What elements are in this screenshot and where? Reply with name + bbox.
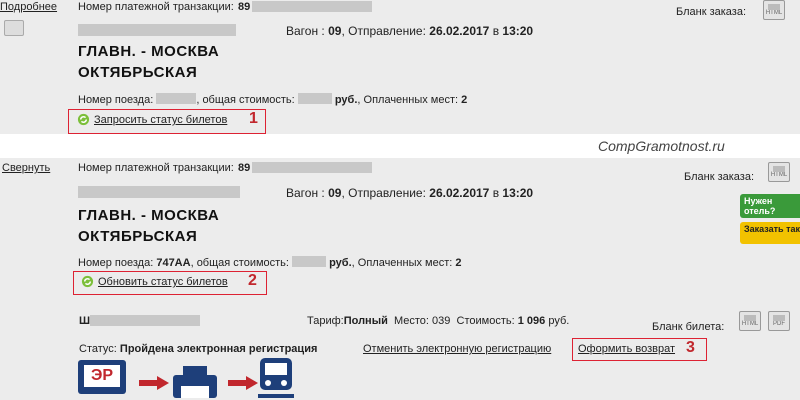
route-line-2: ОКТЯБРЬСКАЯ: [78, 64, 198, 81]
departure-label: , Отправление:: [341, 186, 426, 200]
transaction-label: Номер платежной транзакции:: [78, 162, 234, 174]
details-link[interactable]: Подробнее: [0, 1, 57, 13]
route-line-2: ОКТЯБРЬСКАЯ: [78, 228, 198, 245]
status-value: Пройдена электронная регистрация: [119, 343, 318, 355]
hotel-badge[interactable]: Нужен отель?: [740, 194, 800, 218]
html-ticket-icon[interactable]: HTML: [739, 311, 761, 331]
order-blank-label: Бланк заказа:: [676, 6, 747, 18]
tariff-label: Тариф:: [307, 315, 344, 327]
ticket-cost-value: 1 096: [517, 315, 546, 327]
refresh-icon: [81, 275, 94, 288]
refund-link[interactable]: Оформить возврат: [578, 343, 675, 355]
redacted-passenger: [90, 315, 200, 326]
passenger-initial: Ш: [79, 315, 91, 327]
paid-value: 2: [461, 94, 468, 106]
redacted-transaction: [252, 1, 372, 12]
order-panel-1: Подробнее Номер платежной транзакции: 89…: [0, 0, 800, 134]
ticket-currency: руб.: [548, 315, 570, 327]
arrow-right-icon: [139, 376, 169, 390]
ticket-status: Статус: Пройдена электронная регистрация: [79, 343, 317, 355]
departure-date: 26.02.2017: [429, 24, 490, 38]
redacted-transaction: [252, 162, 372, 173]
transaction-label: Номер платежной транзакции:: [78, 1, 234, 13]
taxi-badge[interactable]: Заказать такси: [740, 222, 800, 244]
collapse-link[interactable]: Свернуть: [2, 162, 50, 174]
paid-label: , Оплаченных мест:: [351, 257, 453, 269]
order-icon: [4, 20, 24, 36]
train-info: Номер поезда: , общая стоимость: руб., О…: [78, 93, 467, 106]
cost-currency: руб.: [329, 257, 352, 269]
wagon-label: Вагон :: [286, 186, 325, 200]
train-info: Номер поезда: 747АА, общая стоимость: ру…: [78, 256, 462, 269]
watermark: CompGramotnost.ru: [598, 138, 725, 154]
route-line-1: ГЛАВН. - МОСКВА: [78, 207, 220, 224]
wagon-value: 09: [328, 186, 342, 200]
html-doc-icon[interactable]: HTML: [768, 162, 790, 182]
train-label: Номер поезда:: [78, 94, 154, 106]
departure-time: 13:20: [502, 24, 534, 38]
cost-label: , общая стоимость:: [190, 257, 289, 269]
arrow-right-icon: [228, 376, 258, 390]
ticket-cost-label: Стоимость:: [456, 315, 515, 327]
ticket-blank-label: Бланк билета:: [652, 321, 725, 333]
request-status-label: Запросить статус билетов: [94, 114, 228, 126]
status-label: Статус:: [79, 343, 117, 355]
seat-label: Место:: [393, 315, 429, 327]
seat-value: 039: [432, 315, 451, 327]
refresh-icon: [77, 113, 90, 126]
cancel-registration-link[interactable]: Отменить электронную регистрацию: [363, 343, 551, 355]
transaction-value: 89: [238, 162, 251, 174]
departure-in: в: [492, 24, 500, 38]
update-status-label: Обновить статус билетов: [98, 276, 228, 288]
update-status-button[interactable]: Обновить статус билетов: [81, 275, 228, 288]
marker-2: 2: [248, 272, 257, 289]
order-panel-2: Свернуть Номер платежной транзакции: 89 …: [0, 158, 800, 400]
paid-value: 2: [455, 257, 462, 269]
tariff-value: Полный: [343, 315, 388, 327]
marker-3: 3: [686, 339, 695, 356]
printer-icon: [173, 366, 217, 398]
ticket-info: Тариф:Полный Место: 039 Стоимость: 1 096…: [307, 315, 569, 327]
transaction-value: 89: [238, 1, 251, 13]
paid-label: , Оплаченных мест:: [357, 94, 459, 106]
departure-date: 26.02.2017: [429, 186, 490, 200]
hotel-badge-label: Нужен отель?: [744, 196, 776, 216]
wagon-info: Вагон : 09, Отправление: 26.02.2017 в 13…: [286, 186, 533, 200]
redacted-train: [156, 93, 197, 104]
train-label: Номер поезда:: [78, 257, 154, 269]
order-blank-label: Бланк заказа:: [684, 171, 755, 183]
redacted-cost: [292, 256, 327, 267]
redacted-station: [78, 186, 240, 198]
cost-currency: руб.: [334, 94, 358, 106]
marker-1: 1: [249, 110, 258, 127]
er-screen: ЭР: [84, 365, 120, 387]
taxi-badge-label: Заказать такси: [744, 224, 800, 234]
departure-time: 13:20: [502, 186, 534, 200]
html-doc-icon[interactable]: HTML: [763, 0, 785, 20]
departure-in: в: [492, 186, 500, 200]
wagon-info: Вагон : 09, Отправление: 26.02.2017 в 13…: [286, 24, 533, 38]
cost-label: , общая стоимость:: [196, 94, 295, 106]
wagon-label: Вагон :: [286, 24, 325, 38]
train-value: 747АА: [156, 257, 191, 269]
er-monitor-icon: ЭР: [78, 360, 126, 394]
train-icon: [258, 358, 294, 398]
wagon-value: 09: [328, 24, 342, 38]
request-status-button[interactable]: Запросить статус билетов: [77, 113, 227, 126]
departure-label: , Отправление:: [341, 24, 426, 38]
redacted-station: [78, 24, 236, 36]
redacted-cost: [297, 93, 332, 104]
pdf-ticket-icon[interactable]: PDF: [768, 311, 790, 331]
route-line-1: ГЛАВН. - МОСКВА: [78, 43, 220, 60]
